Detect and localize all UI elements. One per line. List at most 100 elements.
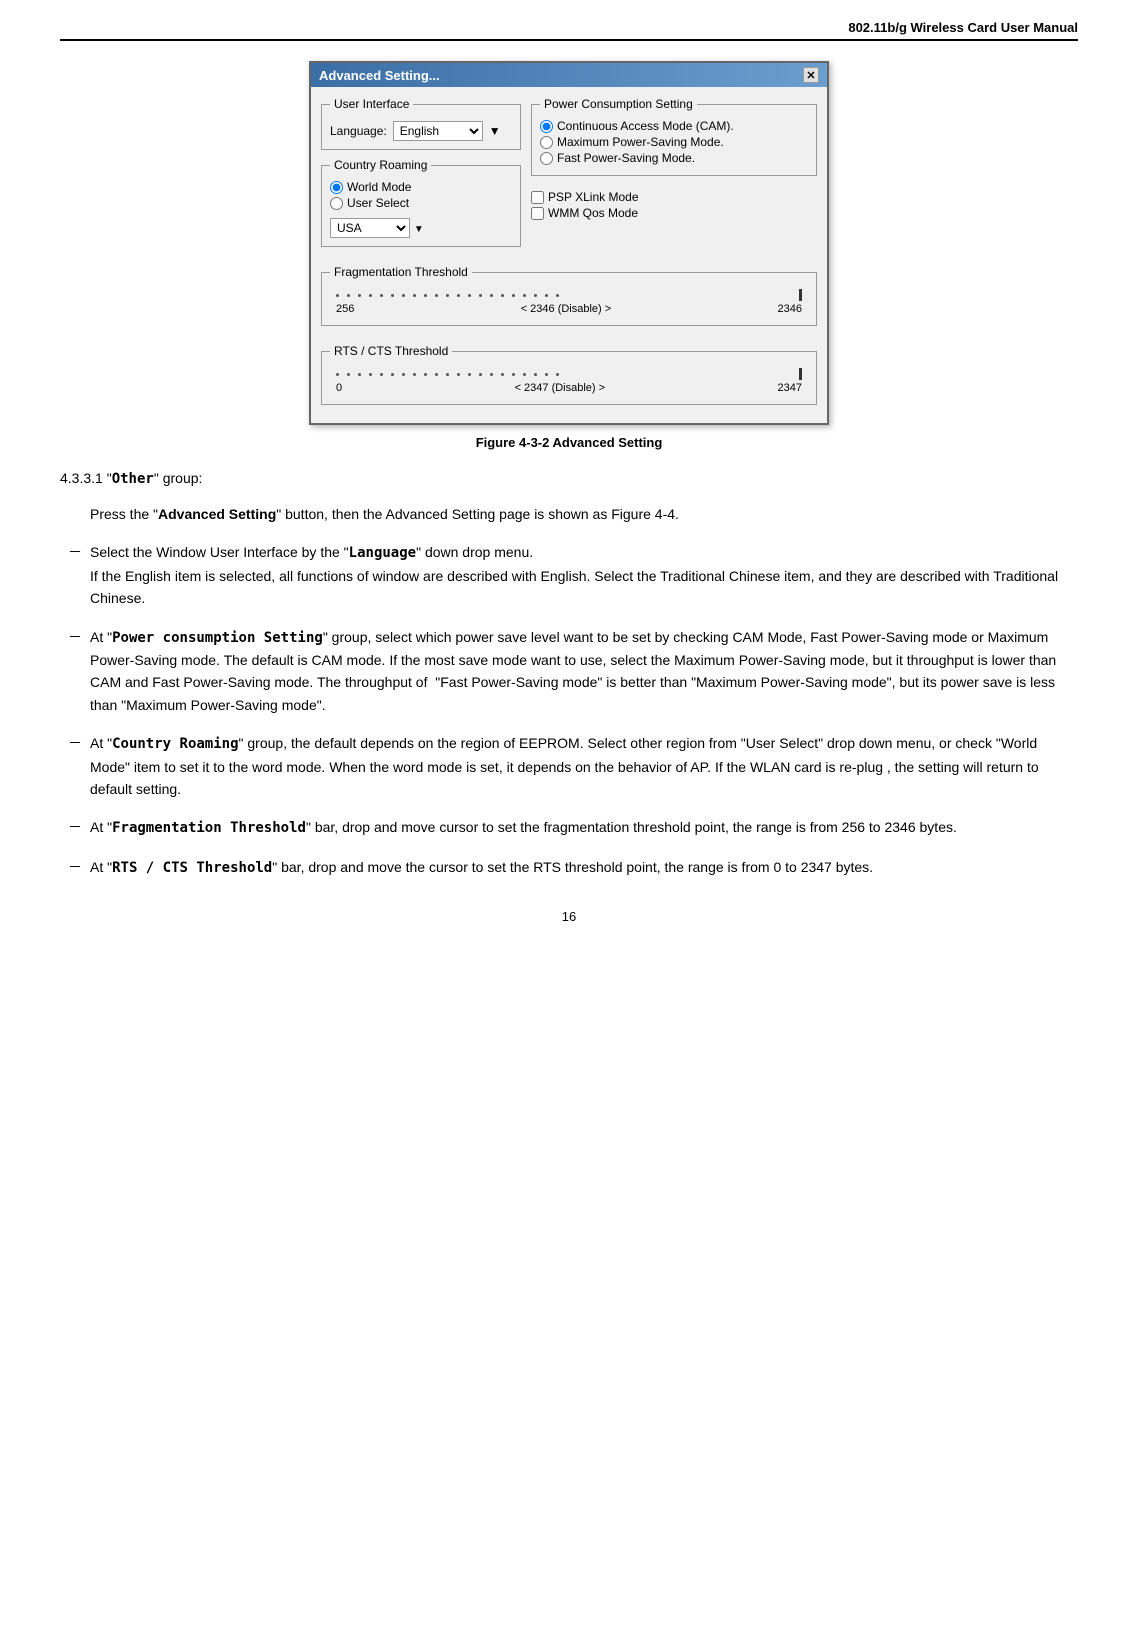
rts-dot	[545, 373, 548, 376]
world-mode-radio[interactable]	[330, 181, 343, 194]
rts-dot	[501, 373, 504, 376]
user-select-row: User Select	[330, 196, 512, 210]
bullet-content-3: At "Country Roaming" group, the default …	[90, 732, 1078, 800]
bullet-4: － At "Fragmentation Threshold" bar, drop…	[60, 816, 1078, 839]
frag-dot	[501, 294, 504, 297]
rts-track-container: 0 < 2347 (Disable) > 2347	[330, 364, 808, 396]
user-interface-group: User Interface Language: English ▼	[321, 97, 521, 150]
dialog-titlebar: Advanced Setting... ✕	[311, 63, 827, 87]
frag-dot	[534, 294, 537, 297]
world-mode-row: World Mode	[330, 180, 512, 194]
bullet-dash-1: －	[60, 541, 90, 609]
bullet-dash-4: －	[60, 816, 90, 839]
rts-dots	[336, 368, 802, 380]
fragmentation-group: Fragmentation Threshold	[321, 265, 817, 326]
frag-dot	[369, 294, 372, 297]
world-mode-label: World Mode	[347, 180, 411, 194]
intro-paragraph: Press the "Advanced Setting" button, the…	[90, 503, 1078, 525]
frag-end-marker	[799, 289, 802, 301]
frag-dot	[468, 294, 471, 297]
frag-dot	[512, 294, 515, 297]
rts-dot	[424, 373, 427, 376]
bullet-2: － At "Power consumption Setting" group, …	[60, 626, 1078, 717]
fast-save-radio[interactable]	[540, 152, 553, 165]
bullet-dash-5: －	[60, 856, 90, 879]
power-consumption-legend: Power Consumption Setting	[540, 97, 697, 111]
frag-dot	[413, 294, 416, 297]
language-select[interactable]: English	[393, 121, 483, 141]
country-roaming-legend: Country Roaming	[330, 158, 431, 172]
page-number: 16	[60, 909, 1078, 924]
frag-mid: < 2346 (Disable) >	[521, 303, 612, 315]
bullet-1: － Select the Window User Interface by th…	[60, 541, 1078, 609]
frag-dot	[402, 294, 405, 297]
advanced-setting-dialog: Advanced Setting... ✕ User Interface Lan…	[309, 61, 829, 425]
psp-checkbox[interactable]	[531, 191, 544, 204]
rts-min: 0	[336, 382, 342, 394]
frag-dot	[490, 294, 493, 297]
cam-label: Continuous Access Mode (CAM).	[557, 119, 734, 133]
rts-max: 2347	[778, 382, 802, 394]
frag-max: 2346	[778, 303, 802, 315]
rts-dot	[468, 373, 471, 376]
close-icon: ✕	[806, 69, 815, 82]
cam-radio[interactable]	[540, 120, 553, 133]
frag-dot	[336, 294, 339, 297]
user-select-radio[interactable]	[330, 197, 343, 210]
bullet-content-1: Select the Window User Interface by the …	[90, 541, 1078, 609]
max-save-label: Maximum Power-Saving Mode.	[557, 135, 724, 149]
frag-dot	[347, 294, 350, 297]
fast-save-row: Fast Power-Saving Mode.	[540, 151, 808, 165]
cam-row: Continuous Access Mode (CAM).	[540, 119, 808, 133]
heading-suffix: " group:	[154, 470, 203, 486]
frag-slider-nums: 256 < 2346 (Disable) > 2346	[336, 303, 802, 315]
rts-dot	[336, 373, 339, 376]
user-interface-legend: User Interface	[330, 97, 413, 111]
heading-code: Other	[112, 471, 154, 487]
frag-dot	[556, 294, 559, 297]
frag-min: 256	[336, 303, 354, 315]
rts-dot	[479, 373, 482, 376]
power-consumption-group: Power Consumption Setting Continuous Acc…	[531, 97, 817, 176]
frag-dot	[446, 294, 449, 297]
frag-dot	[391, 294, 394, 297]
rts-dot	[380, 373, 383, 376]
rts-dot	[534, 373, 537, 376]
dialog-title-text: Advanced Setting...	[319, 68, 440, 83]
rts-dot	[391, 373, 394, 376]
rts-dot	[358, 373, 361, 376]
page-number-text: 16	[562, 909, 576, 924]
dropdown-arrow-icon: ▼	[489, 124, 501, 138]
bullet-3: － At "Country Roaming" group, the defaul…	[60, 732, 1078, 800]
frag-dot	[545, 294, 548, 297]
rts-dot	[512, 373, 515, 376]
wmm-row: WMM Qos Mode	[531, 206, 817, 220]
frag-dot	[358, 294, 361, 297]
rts-dot	[523, 373, 526, 376]
rts-dot	[490, 373, 493, 376]
max-save-radio[interactable]	[540, 136, 553, 149]
rts-dot	[446, 373, 449, 376]
user-select-label: User Select	[347, 196, 409, 210]
frag-dot	[424, 294, 427, 297]
frag-dot	[479, 294, 482, 297]
dialog-body: User Interface Language: English ▼ Count…	[311, 87, 827, 265]
dialog-left-column: User Interface Language: English ▼ Count…	[321, 97, 521, 255]
fragmentation-legend: Fragmentation Threshold	[330, 265, 472, 279]
dialog-close-button[interactable]: ✕	[803, 67, 819, 83]
rts-end-marker	[799, 368, 802, 380]
country-select[interactable]: USA	[330, 218, 410, 238]
frag-dot	[523, 294, 526, 297]
wmm-checkbox[interactable]	[531, 207, 544, 220]
rts-slider-nums: 0 < 2347 (Disable) > 2347	[336, 382, 802, 394]
figure-caption-text: Figure 4-3-2 Advanced Setting	[476, 435, 663, 450]
rts-dot	[457, 373, 460, 376]
rts-legend: RTS / CTS Threshold	[330, 344, 452, 358]
max-save-row: Maximum Power-Saving Mode.	[540, 135, 808, 149]
section-heading: 4.3.3.1 "Other" group:	[60, 470, 1078, 487]
rts-dot	[413, 373, 416, 376]
rts-group: RTS / CTS Threshold	[321, 344, 817, 405]
rts-dot	[369, 373, 372, 376]
rts-dot	[556, 373, 559, 376]
rts-section: RTS / CTS Threshold	[311, 344, 827, 423]
